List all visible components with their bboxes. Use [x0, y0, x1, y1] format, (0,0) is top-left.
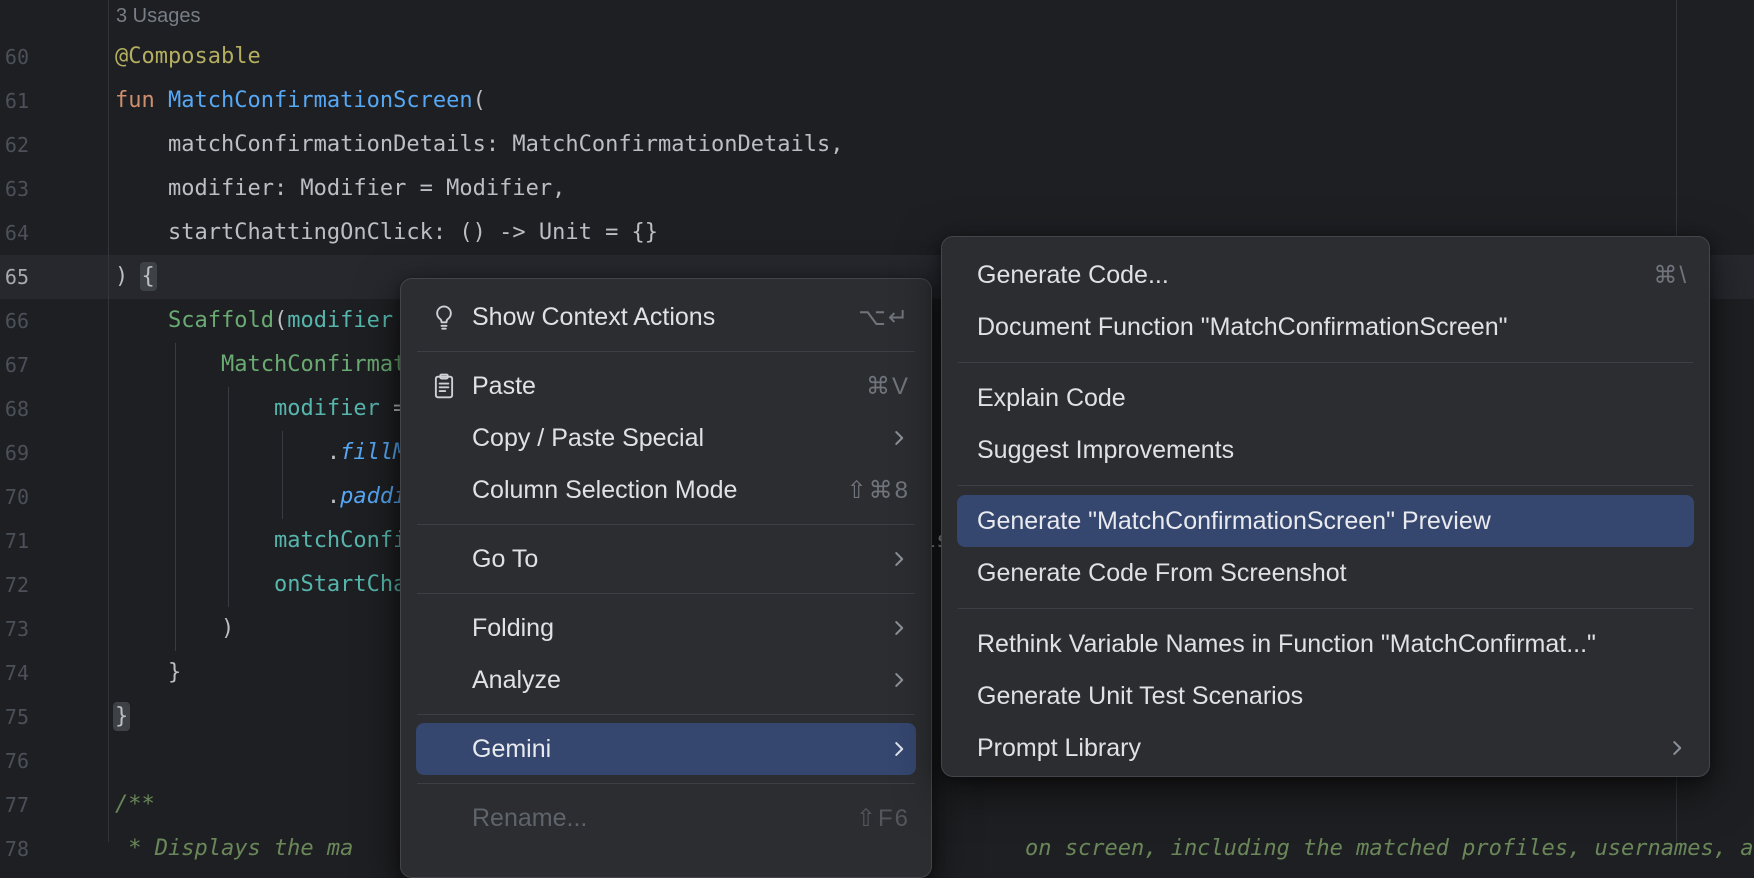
menu-item-shortcut: ⌘V: [836, 372, 910, 401]
menu-item-explain-code[interactable]: Explain Code: [957, 372, 1694, 424]
code-text: /**: [115, 783, 155, 827]
chevron-right-icon: [888, 427, 910, 449]
menu-item-rename: Rename... ⇧F6: [416, 792, 916, 844]
menu-item-label: Go To: [472, 545, 538, 574]
line-number: 61: [0, 79, 29, 123]
line-number: 69: [0, 431, 29, 475]
code-text: matchConfirmationDetails: MatchConfirmat…: [115, 123, 843, 167]
menu-divider: [417, 524, 915, 525]
menu-divider: [417, 351, 915, 352]
line-number: 77: [0, 783, 29, 827]
line-number: 68: [0, 387, 29, 431]
code-text: @Composable: [115, 35, 261, 79]
chevron-right-icon: [1666, 737, 1688, 759]
menu-item-rethink-variable-names-in-function-matchconfirmat[interactable]: Rethink Variable Names in Function "Matc…: [957, 618, 1694, 670]
menu-item-generate-matchconfirmationscreen-preview[interactable]: Generate "MatchConfirmationScreen" Previ…: [957, 495, 1694, 547]
line-number: 73: [0, 607, 29, 651]
menu-item-label: Folding: [472, 614, 554, 643]
menu-item-shortcut: ⌘\: [1623, 261, 1688, 290]
menu-item-gemini[interactable]: Gemini: [416, 723, 916, 775]
menu-item-shortcut: ⇧F6: [826, 804, 910, 833]
menu-item-label: Column Selection Mode: [472, 476, 737, 505]
code-line-78-right-fragment: on screen, including the matched profile…: [1025, 827, 1754, 871]
menu-item-label: Explain Code: [977, 384, 1126, 413]
menu-item-label: Copy / Paste Special: [472, 424, 704, 453]
chevron-right-icon: [888, 738, 910, 760]
line-number: 67: [0, 343, 29, 387]
menu-item-label: Generate "MatchConfirmationScreen" Previ…: [977, 507, 1491, 536]
context-menu: Show Context Actions ⌥↵ Paste ⌘V Copy / Past…: [400, 278, 932, 878]
menu-item-go-to[interactable]: Go To: [416, 533, 916, 585]
usages-inlay-hint[interactable]: 3 Usages: [116, 2, 201, 30]
menu-item-shortcut: ⌥↵: [828, 303, 910, 332]
menu-item-generate-unit-test-scenarios[interactable]: Generate Unit Test Scenarios: [957, 670, 1694, 722]
menu-item-analyze[interactable]: Analyze: [416, 654, 916, 706]
menu-item-label: Gemini: [472, 735, 551, 764]
menu-item-folding[interactable]: Folding: [416, 602, 916, 654]
line-number: 78: [0, 827, 29, 871]
menu-item-label: Rename...: [472, 804, 587, 833]
menu-item-generate-code[interactable]: Generate Code... ⌘\: [957, 249, 1694, 301]
menu-item-label: Show Context Actions: [472, 303, 715, 332]
code-text: ) {: [115, 255, 155, 299]
line-number: 63: [0, 167, 29, 211]
code-text: fun MatchConfirmationScreen(: [115, 79, 486, 123]
menu-item-label: Rethink Variable Names in Function "Matc…: [977, 630, 1596, 659]
menu-divider: [417, 593, 915, 594]
line-number: 70: [0, 475, 29, 519]
menu-item-suggest-improvements[interactable]: Suggest Improvements: [957, 424, 1694, 476]
line-number: 66: [0, 299, 29, 343]
menu-item-document-function-matchconfirmationscreen[interactable]: Document Function "MatchConfirmationScre…: [957, 301, 1694, 353]
menu-item-label: Analyze: [472, 666, 561, 695]
code-line-62: 62 matchConfirmationDetails: MatchConfir…: [0, 123, 1754, 167]
chevron-right-icon: [888, 548, 910, 570]
line-number: 72: [0, 563, 29, 607]
code-text: }: [115, 651, 181, 695]
code-line-61: 61 fun MatchConfirmationScreen(: [0, 79, 1754, 123]
line-number: 65: [0, 255, 29, 299]
line-number: 76: [0, 739, 29, 783]
menu-divider: [958, 485, 1693, 486]
menu-item-label: Document Function "MatchConfirmationScre…: [977, 313, 1507, 342]
menu-item-prompt-library[interactable]: Prompt Library: [957, 722, 1694, 774]
code-text: modifier: Modifier = Modifier,: [115, 167, 565, 211]
line-number: 60: [0, 35, 29, 79]
code-line-63: 63 modifier: Modifier = Modifier,: [0, 167, 1754, 211]
menu-item-label: Prompt Library: [977, 734, 1141, 763]
menu-divider: [417, 714, 915, 715]
menu-item-label: Generate Unit Test Scenarios: [977, 682, 1303, 711]
menu-item-show-context-actions[interactable]: Show Context Actions ⌥↵: [416, 291, 916, 343]
menu-item-copy-paste-special[interactable]: Copy / Paste Special: [416, 412, 916, 464]
code-text: startChattingOnClick: () -> Unit = {}: [115, 211, 658, 255]
code-text: * Displays the ma: [115, 827, 353, 871]
code-text: }: [115, 695, 128, 739]
menu-divider: [417, 783, 915, 784]
menu-divider: [958, 608, 1693, 609]
menu-divider: [958, 362, 1693, 363]
line-number: 75: [0, 695, 29, 739]
menu-item-column-selection-mode[interactable]: Column Selection Mode ⇧⌘8: [416, 464, 916, 516]
line-number: 62: [0, 123, 29, 167]
chevron-right-icon: [888, 617, 910, 639]
line-number: 71: [0, 519, 29, 563]
code-line-60: 60 @Composable: [0, 35, 1754, 79]
clipboard-icon: [416, 371, 472, 401]
line-number: 64: [0, 211, 29, 255]
lightbulb-icon: [416, 302, 472, 332]
menu-item-label: Suggest Improvements: [977, 436, 1234, 465]
code-text: ): [115, 607, 234, 651]
chevron-right-icon: [888, 669, 910, 691]
menu-item-paste[interactable]: Paste ⌘V: [416, 360, 916, 412]
menu-item-label: Generate Code...: [977, 261, 1169, 290]
menu-item-generate-code-from-screenshot[interactable]: Generate Code From Screenshot: [957, 547, 1694, 599]
menu-item-shortcut: ⇧⌘8: [817, 476, 910, 505]
menu-item-label: Paste: [472, 372, 536, 401]
menu-item-label: Generate Code From Screenshot: [977, 559, 1347, 588]
line-number: 74: [0, 651, 29, 695]
gemini-submenu: Generate Code... ⌘\ Document Function "Mat…: [941, 236, 1710, 777]
